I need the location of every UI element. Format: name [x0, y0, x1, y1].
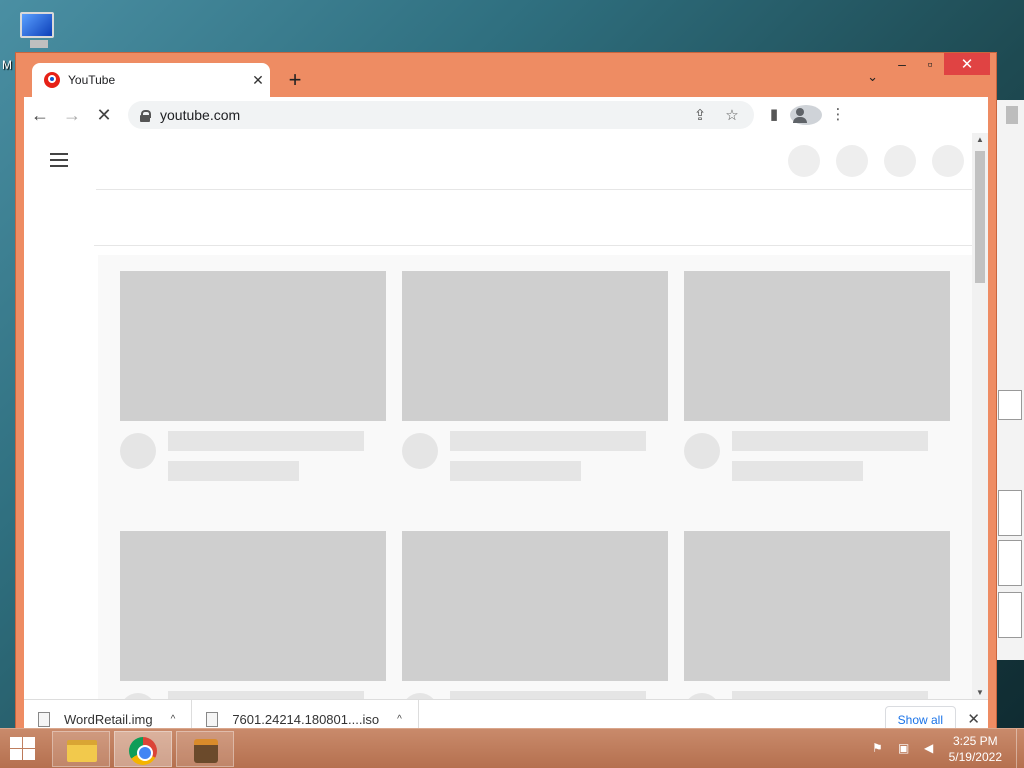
close-window-button[interactable]: ✕ — [944, 53, 990, 75]
window-controls: – ▫ ✕ — [888, 53, 990, 75]
new-tab-button[interactable]: + — [282, 67, 308, 93]
placeholder-circle — [788, 145, 820, 177]
youtube-favicon-icon — [44, 72, 60, 88]
action-center-flag-icon[interactable]: ⚑ — [872, 741, 888, 757]
clock[interactable]: 3:25 PM 5/19/2022 — [949, 733, 1002, 765]
browser-toolbar: ← → ✕ youtube.com ⇪ ☆ ▮ ⋮ — [24, 97, 988, 133]
file-explorer-icon — [67, 740, 97, 762]
clock-time: 3:25 PM — [952, 734, 998, 748]
tab-title: YouTube — [68, 73, 116, 87]
clock-date: 5/19/2022 — [948, 750, 1002, 764]
chrome-icon — [129, 737, 157, 765]
title-placeholder — [732, 431, 928, 451]
taskbar-chrome[interactable] — [114, 731, 172, 767]
video-card-skeleton — [402, 531, 668, 699]
back-button[interactable]: ← — [24, 99, 56, 131]
divider — [96, 189, 976, 190]
monitor-stand — [30, 40, 48, 48]
tab-search-chevron-icon[interactable]: ⌄ — [867, 69, 878, 85]
desktop-icon-label: M — [2, 58, 12, 72]
video-card-skeleton — [402, 271, 668, 481]
close-downloads-bar-icon[interactable]: ✕ — [967, 710, 980, 728]
thumbnail-placeholder — [402, 531, 668, 681]
profile-icon[interactable] — [790, 105, 822, 125]
thumbnail-placeholder — [684, 531, 950, 681]
network-icon[interactable]: ▣ — [898, 741, 914, 757]
scroll-down-icon[interactable]: ▼ — [976, 688, 984, 697]
lock-icon[interactable] — [140, 109, 151, 122]
subtitle-placeholder — [732, 461, 863, 481]
show-desktop-button[interactable] — [1016, 729, 1024, 768]
minimize-button[interactable]: – — [888, 53, 916, 75]
file-icon — [206, 712, 219, 727]
background-box — [998, 540, 1022, 586]
subtitle-placeholder — [168, 461, 299, 481]
hamburger-menu-icon[interactable] — [50, 153, 68, 171]
scroll-up-icon[interactable]: ▲ — [976, 135, 984, 144]
title-placeholder — [732, 691, 928, 699]
address-bar[interactable]: youtube.com ⇪ ☆ — [128, 101, 754, 129]
stop-loading-button[interactable]: ✕ — [88, 99, 120, 131]
channel-avatar-placeholder — [402, 433, 438, 469]
title-placeholder — [450, 691, 646, 699]
video-card-skeleton — [684, 271, 950, 481]
channel-avatar-placeholder — [684, 433, 720, 469]
thumbnail-placeholder — [402, 271, 668, 421]
background-box — [998, 390, 1022, 420]
browser-window: – ▫ ✕ YouTube ✕ + ⌄ ← → ✕ youtube.com ⇪ … — [15, 52, 997, 742]
side-panel-icon[interactable]: ▮ — [758, 105, 790, 125]
page-content: ▲ ▼ — [24, 133, 988, 699]
background-scrollbar — [1006, 106, 1018, 124]
taskbar-file-explorer[interactable] — [52, 731, 110, 767]
download-filename[interactable]: 7601.24214.180801....iso — [232, 712, 379, 727]
file-icon — [38, 712, 50, 727]
background-box — [998, 490, 1022, 536]
scrollbar-thumb[interactable] — [975, 151, 985, 283]
page-scrollbar[interactable]: ▲ ▼ — [972, 133, 988, 699]
title-placeholder — [450, 431, 646, 451]
placeholder-circle — [884, 145, 916, 177]
system-tray: ⚑ ▣ ◀ — [872, 741, 940, 757]
taskbar: ⚑ ▣ ◀ 3:25 PM 5/19/2022 — [0, 728, 1024, 768]
channel-avatar-placeholder — [120, 433, 156, 469]
placeholder-circle — [836, 145, 868, 177]
maximize-button[interactable]: ▫ — [916, 53, 944, 75]
menu-icon[interactable]: ⋮ — [822, 105, 854, 125]
header-placeholder-icons — [788, 145, 964, 177]
download-options-chevron-icon[interactable]: ^ — [171, 714, 176, 725]
volume-muted-icon[interactable]: ◀ — [924, 741, 940, 757]
thumbnail-placeholder — [684, 271, 950, 421]
tab-close-icon[interactable]: ✕ — [246, 72, 270, 89]
share-icon[interactable]: ⇪ — [684, 106, 716, 124]
video-grid-skeleton — [98, 255, 976, 699]
video-card-skeleton — [684, 531, 950, 699]
app-icon — [194, 739, 218, 763]
url-text[interactable]: youtube.com — [160, 107, 240, 123]
placeholder-circle — [932, 145, 964, 177]
tab-youtube[interactable]: YouTube ✕ — [32, 63, 270, 97]
download-options-chevron-icon[interactable]: ^ — [397, 714, 402, 725]
taskbar-app[interactable] — [176, 731, 234, 767]
video-card-skeleton — [120, 531, 386, 699]
download-filename[interactable]: WordRetail.img — [64, 712, 153, 727]
video-card-skeleton — [120, 271, 386, 481]
monitor-icon — [20, 12, 54, 38]
divider — [94, 245, 976, 246]
title-placeholder — [168, 431, 364, 451]
title-placeholder — [168, 691, 364, 699]
avatar — [790, 105, 822, 125]
start-button[interactable] — [10, 737, 36, 761]
computer-desktop-icon[interactable] — [14, 8, 62, 56]
background-window — [996, 100, 1024, 660]
subtitle-placeholder — [450, 461, 581, 481]
star-icon[interactable]: ☆ — [716, 106, 748, 124]
background-box — [998, 592, 1022, 638]
thumbnail-placeholder — [120, 271, 386, 421]
forward-button[interactable]: → — [56, 99, 88, 131]
thumbnail-placeholder — [120, 531, 386, 681]
